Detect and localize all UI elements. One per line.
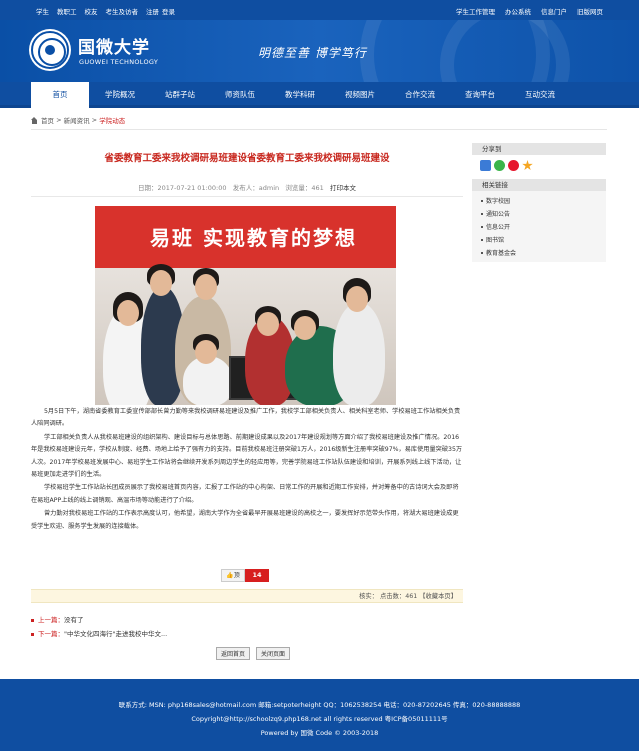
weibo-icon[interactable] (508, 160, 519, 171)
back-home-button[interactable]: 返回首页 (216, 647, 251, 660)
breadcrumb-current[interactable]: 学院动态 (99, 115, 125, 125)
top-link-old-site[interactable]: 旧版网页 (577, 6, 603, 16)
site-footer: 联系方式: MSN: php168sales@hotmail.com 邮箱:se… (0, 679, 639, 751)
nav-cooperation[interactable]: 合作交流 (394, 82, 446, 108)
logo-title[interactable]: 国微大学 (78, 33, 150, 58)
breadcrumb-home[interactable]: 首页 (41, 115, 54, 125)
top-link-info-portal[interactable]: 信息门户 (541, 6, 567, 16)
top-link-office-system[interactable]: 办公系统 (505, 6, 531, 16)
share-header: 分享到 (472, 143, 606, 155)
top-link-student-affairs[interactable]: 学生工作管理 (456, 6, 495, 16)
site-header: 国微大学 GUOWEI TECHNOLOGY 明德至善 博学笃行 (0, 20, 639, 82)
top-link-students[interactable]: 学生 (36, 6, 49, 16)
share-plus-icon[interactable] (480, 160, 491, 171)
register-link[interactable]: 注册 (146, 6, 159, 16)
photo-banner-text: 易班 实现教育的梦想 (150, 226, 357, 250)
article-paragraph: 曾力勤对我校易班工作站的工作表示高度认可，他希望，湖南大学作为全省最早开展易班建… (31, 510, 459, 530)
stats-bar: 核实： 点击数：461 【收藏本页】 (31, 589, 463, 603)
top-link-visitors[interactable]: 考生及访者 (106, 6, 139, 16)
nav-interaction[interactable]: 互动交流 (514, 82, 566, 108)
nav-home[interactable]: 首页 (31, 82, 89, 108)
prev-next-links: 上一篇：没有了 下一篇："中华文化四海行"走进我校中华文... (31, 613, 167, 641)
footer-powered: Powered by 国微 Code © 2003-2018 (260, 729, 379, 737)
photo-person (333, 302, 385, 405)
like-widget: 👍顶 14 (221, 569, 269, 582)
divider (31, 129, 607, 130)
article-date: 日期：2017-07-21 01:00:00 (137, 184, 227, 192)
related-link-notices[interactable]: 通知公告 (472, 208, 606, 221)
home-icon (31, 116, 38, 124)
article-paragraph: 5月5日下午，湖南省委教育工委宣传部部长曾力勤等来我校调研易班建设及推广工作，我… (31, 408, 461, 428)
header-decoration (440, 20, 570, 82)
breadcrumb: 首页 > 新闻资讯 > 学院动态 (31, 115, 125, 125)
footer-contact: 联系方式: MSN: php168sales@hotmail.com 邮箱:se… (118, 701, 521, 709)
related-link-info-disclosure[interactable]: 信息公开 (472, 221, 606, 234)
article-body: 5月5日下午，湖南省委教育工委宣传部部长曾力勤等来我校调研易班建设及推广工作，我… (31, 406, 463, 534)
next-link[interactable]: "中华文化四海行"走进我校中华文... (64, 630, 167, 638)
links-header: 相关链接 (472, 179, 606, 191)
related-links: 数字校园 通知公告 信息公开 图书馆 教育基金会 (472, 191, 606, 262)
next-label: 下一篇： (38, 630, 64, 638)
logo-subtitle: GUOWEI TECHNOLOGY (79, 58, 159, 66)
login-link[interactable]: 登录 (162, 6, 175, 16)
nav-research[interactable]: 教学科研 (274, 82, 326, 108)
top-links-right: 学生工作管理 办公系统 信息门户 旧版网页 (446, 6, 603, 16)
university-seal-icon[interactable] (31, 31, 69, 69)
top-bar: 学生 教职工 校友 考生及访者 注册 登录 学生工作管理 办公系统 信息门户 旧… (0, 0, 639, 20)
close-page-button[interactable]: 关闭页面 (256, 647, 291, 660)
breadcrumb-news[interactable]: 新闻资讯 (64, 115, 90, 125)
article-paragraph: 学工部相关负责人从我校易班建设的组织架构、建设目标与总体思路、前期建设成果以及2… (31, 433, 463, 479)
page-buttons: 返回首页 关闭页面 (216, 647, 291, 660)
main-nav: 首页 学院概况 站群子站 师资队伍 教学科研 视频图片 合作交流 查询平台 互动… (0, 82, 639, 108)
article-title: 省委教育工委来我校调研易班建设省委教育工委来我校调研易班建设 (104, 153, 390, 164)
prev-label: 上一篇： (38, 616, 64, 624)
related-link-digital-campus[interactable]: 数字校园 (472, 195, 606, 208)
page: 学生 教职工 校友 考生及访者 注册 登录 学生工作管理 办公系统 信息门户 旧… (0, 0, 639, 751)
related-link-foundation[interactable]: 教育基金会 (472, 247, 606, 260)
top-link-staff[interactable]: 教职工 (57, 6, 77, 16)
nav-media[interactable]: 视频图片 (334, 82, 386, 108)
nav-overview[interactable]: 学院概况 (94, 82, 146, 108)
article-photo: 易班 实现教育的梦想 (95, 206, 396, 405)
article-views: 浏览量：461 (285, 184, 324, 192)
like-button[interactable]: 👍顶 (221, 569, 245, 582)
nav-faculty[interactable]: 师资队伍 (214, 82, 266, 108)
wechat-icon[interactable] (494, 160, 505, 171)
share-icons (480, 160, 533, 171)
star-icon[interactable] (522, 160, 533, 171)
article-publisher: 发布人：admin (232, 184, 280, 192)
top-link-alumni[interactable]: 校友 (85, 6, 98, 16)
prev-link[interactable]: 没有了 (64, 616, 84, 624)
like-count: 14 (245, 569, 269, 582)
print-link[interactable]: 打印本文 (330, 184, 356, 192)
article-meta: 日期：2017-07-21 01:00:00 发布人：admin 浏览量：461… (31, 182, 463, 192)
divider (31, 196, 463, 197)
related-link-library[interactable]: 图书馆 (472, 234, 606, 247)
nav-query[interactable]: 查询平台 (454, 82, 506, 108)
school-motto: 明德至善 博学笃行 (258, 46, 367, 60)
top-links-left: 学生 教职工 校友 考生及访者 注册 登录 (36, 6, 183, 16)
nav-subsites[interactable]: 站群子站 (154, 82, 206, 108)
article-paragraph: 学校易班学生工作站站长团成员展示了我校易班首页内容，汇报了工作站的中心构架、日常… (31, 484, 459, 504)
footer-copyright: Copyright@http://schoolzq9.php168.net al… (191, 715, 448, 723)
